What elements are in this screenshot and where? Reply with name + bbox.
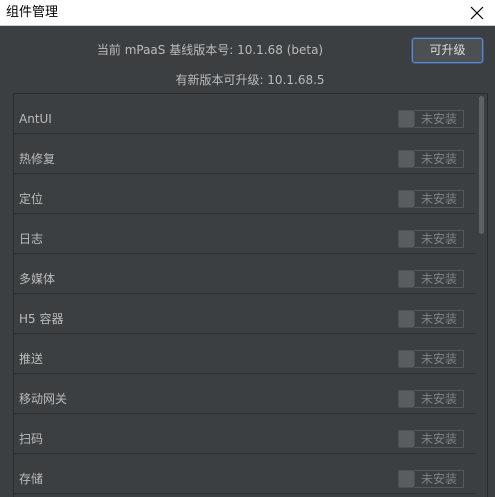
install-toggle[interactable]: 未安装 — [398, 310, 464, 328]
component-name: 定位 — [19, 192, 44, 206]
install-status: 未安装 — [415, 150, 464, 168]
toggle-knob — [398, 350, 415, 368]
toggle-knob — [398, 110, 415, 128]
toggle-knob — [398, 310, 415, 328]
install-status: 未安装 — [415, 430, 464, 448]
close-button[interactable] — [467, 3, 487, 23]
install-toggle[interactable]: 未安装 — [398, 190, 464, 208]
install-toggle[interactable]: 未安装 — [398, 150, 464, 168]
component-name: 扫码 — [19, 432, 44, 446]
component-name: AntUI — [19, 112, 52, 126]
toggle-knob — [398, 190, 415, 208]
toggle-knob — [398, 150, 415, 168]
component-list: AntUI 未安装 热修复 未安装 定位 未安装 日志 未安装 多媒体 未安装 … — [14, 94, 477, 494]
scrollbar-thumb[interactable] — [479, 96, 484, 234]
install-toggle[interactable]: 未安装 — [398, 230, 464, 248]
toggle-knob — [398, 470, 415, 488]
component-row-location: 定位 未安装 — [14, 174, 477, 214]
component-name: 推送 — [19, 352, 44, 366]
install-status: 未安装 — [415, 310, 464, 328]
toggle-knob — [398, 430, 415, 448]
upgrade-button[interactable]: 可升级 — [412, 38, 483, 63]
install-status: 未安装 — [415, 350, 464, 368]
component-row-hotfix: 热修复 未安装 — [14, 134, 477, 174]
component-row-scan: 扫码 未安装 — [14, 414, 477, 454]
install-status: 未安装 — [415, 110, 464, 128]
component-name: 移动网关 — [19, 392, 68, 406]
baseline-version-text: 当前 mPaaS 基线版本号: 10.1.68 (beta) — [96, 43, 324, 57]
install-toggle[interactable]: 未安装 — [398, 350, 464, 368]
component-row-mobile-gateway: 移动网关 未安装 — [14, 374, 477, 414]
component-row-h5-container: H5 容器 未安装 — [14, 294, 477, 334]
component-manager-window: 组件管理 当前 mPaaS 基线版本号: 10.1.68 (beta) 有新版本… — [0, 0, 495, 497]
install-toggle[interactable]: 未安装 — [398, 390, 464, 408]
install-status: 未安装 — [415, 190, 464, 208]
component-name: 多媒体 — [19, 272, 56, 286]
component-name: 存储 — [19, 472, 44, 486]
component-row-multimedia: 多媒体 未安装 — [14, 254, 477, 294]
toggle-knob — [398, 270, 415, 288]
vertical-scrollbar[interactable] — [476, 94, 487, 497]
install-toggle[interactable]: 未安装 — [398, 110, 464, 128]
component-row-log: 日志 未安装 — [14, 214, 477, 254]
component-name: 热修复 — [19, 152, 56, 166]
window-title: 组件管理 — [6, 5, 59, 20]
install-toggle[interactable]: 未安装 — [398, 270, 464, 288]
component-row-antui: AntUI 未安装 — [14, 94, 477, 134]
component-list-panel: AntUI 未安装 热修复 未安装 定位 未安装 日志 未安装 多媒体 未安装 … — [13, 93, 488, 497]
install-status: 未安装 — [415, 390, 464, 408]
close-icon — [470, 6, 484, 20]
install-status: 未安装 — [415, 270, 464, 288]
new-version-text: 有新版本可升级: 10.1.68.5 — [175, 73, 325, 87]
install-status: 未安装 — [415, 470, 464, 488]
component-row-push: 推送 未安装 — [14, 334, 477, 374]
install-toggle[interactable]: 未安装 — [398, 430, 464, 448]
component-row-storage: 存储 未安装 — [14, 454, 477, 494]
title-bar: 组件管理 — [0, 0, 495, 26]
component-name: 日志 — [19, 232, 44, 246]
component-name: H5 容器 — [19, 312, 64, 326]
toggle-knob — [398, 230, 415, 248]
install-toggle[interactable]: 未安装 — [398, 470, 464, 488]
install-status: 未安装 — [415, 230, 464, 248]
toggle-knob — [398, 390, 415, 408]
